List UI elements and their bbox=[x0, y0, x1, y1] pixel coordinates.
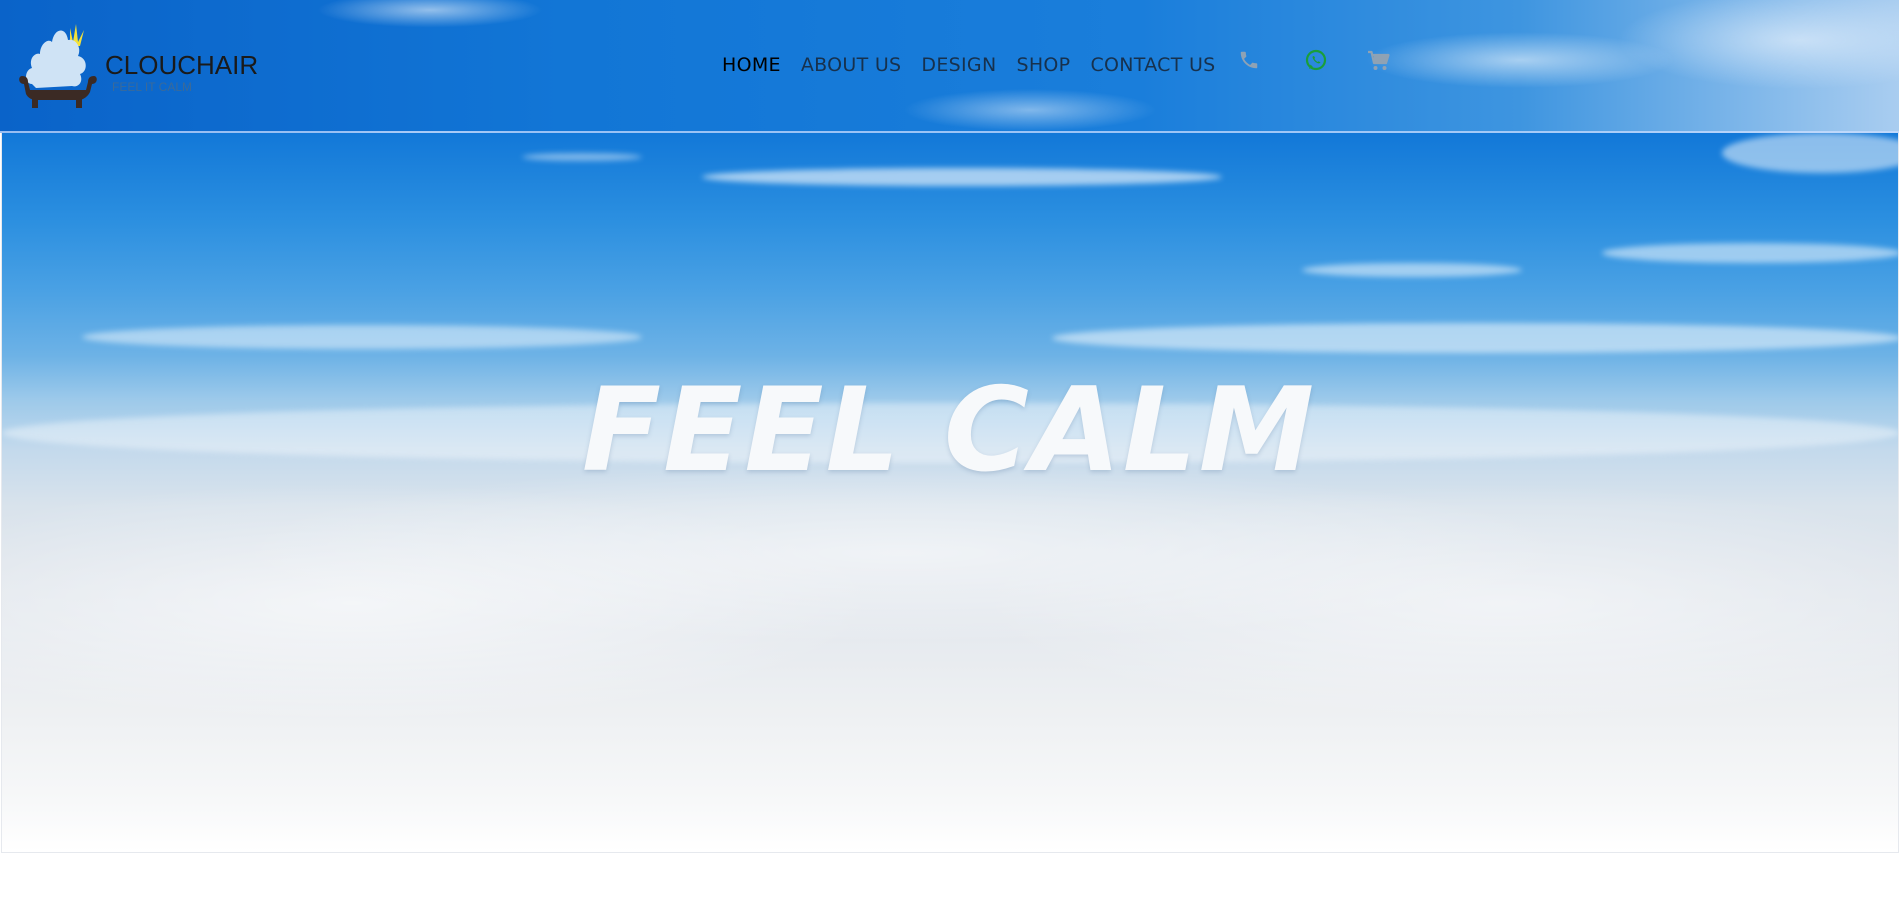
phone-icon[interactable] bbox=[1238, 49, 1264, 75]
cart-icon[interactable] bbox=[1367, 50, 1393, 76]
brand-tagline: FEEL IT CALM bbox=[112, 80, 193, 94]
cloud-shape bbox=[1052, 323, 1898, 353]
nav-item-design[interactable]: DESIGN bbox=[921, 54, 996, 76]
cloud-shape bbox=[1602, 243, 1898, 263]
cloud-shape bbox=[522, 153, 642, 161]
cloud-shape bbox=[1722, 133, 1898, 173]
page: FEEL CALM CLOUCHAIR FEEL IT CALM HOME AB… bbox=[0, 0, 1899, 908]
cloud-shape bbox=[82, 325, 642, 349]
cloud-shape bbox=[702, 168, 1222, 186]
hero-title: FEEL CALM bbox=[581, 363, 1317, 498]
nav-item-shop[interactable]: SHOP bbox=[1016, 54, 1070, 76]
main-nav: HOME ABOUT US DESIGN SHOP CONTACT US bbox=[722, 50, 1236, 80]
brand-name: CLOUCHAIR bbox=[105, 50, 259, 80]
chair-cloud-logo-icon bbox=[19, 24, 97, 108]
nav-item-about-us[interactable]: ABOUT US bbox=[801, 54, 902, 76]
cloud-shape bbox=[1302, 263, 1522, 277]
nav-item-home[interactable]: HOME bbox=[722, 54, 781, 76]
nav-item-contact-us[interactable]: CONTACT US bbox=[1090, 54, 1215, 76]
whatsapp-icon[interactable] bbox=[1304, 48, 1330, 74]
hero-banner: FEEL CALM bbox=[1, 132, 1899, 853]
logo[interactable]: CLOUCHAIR FEEL IT CALM bbox=[18, 18, 258, 110]
site-header: CLOUCHAIR FEEL IT CALM HOME ABOUT US DES… bbox=[0, 0, 1899, 133]
